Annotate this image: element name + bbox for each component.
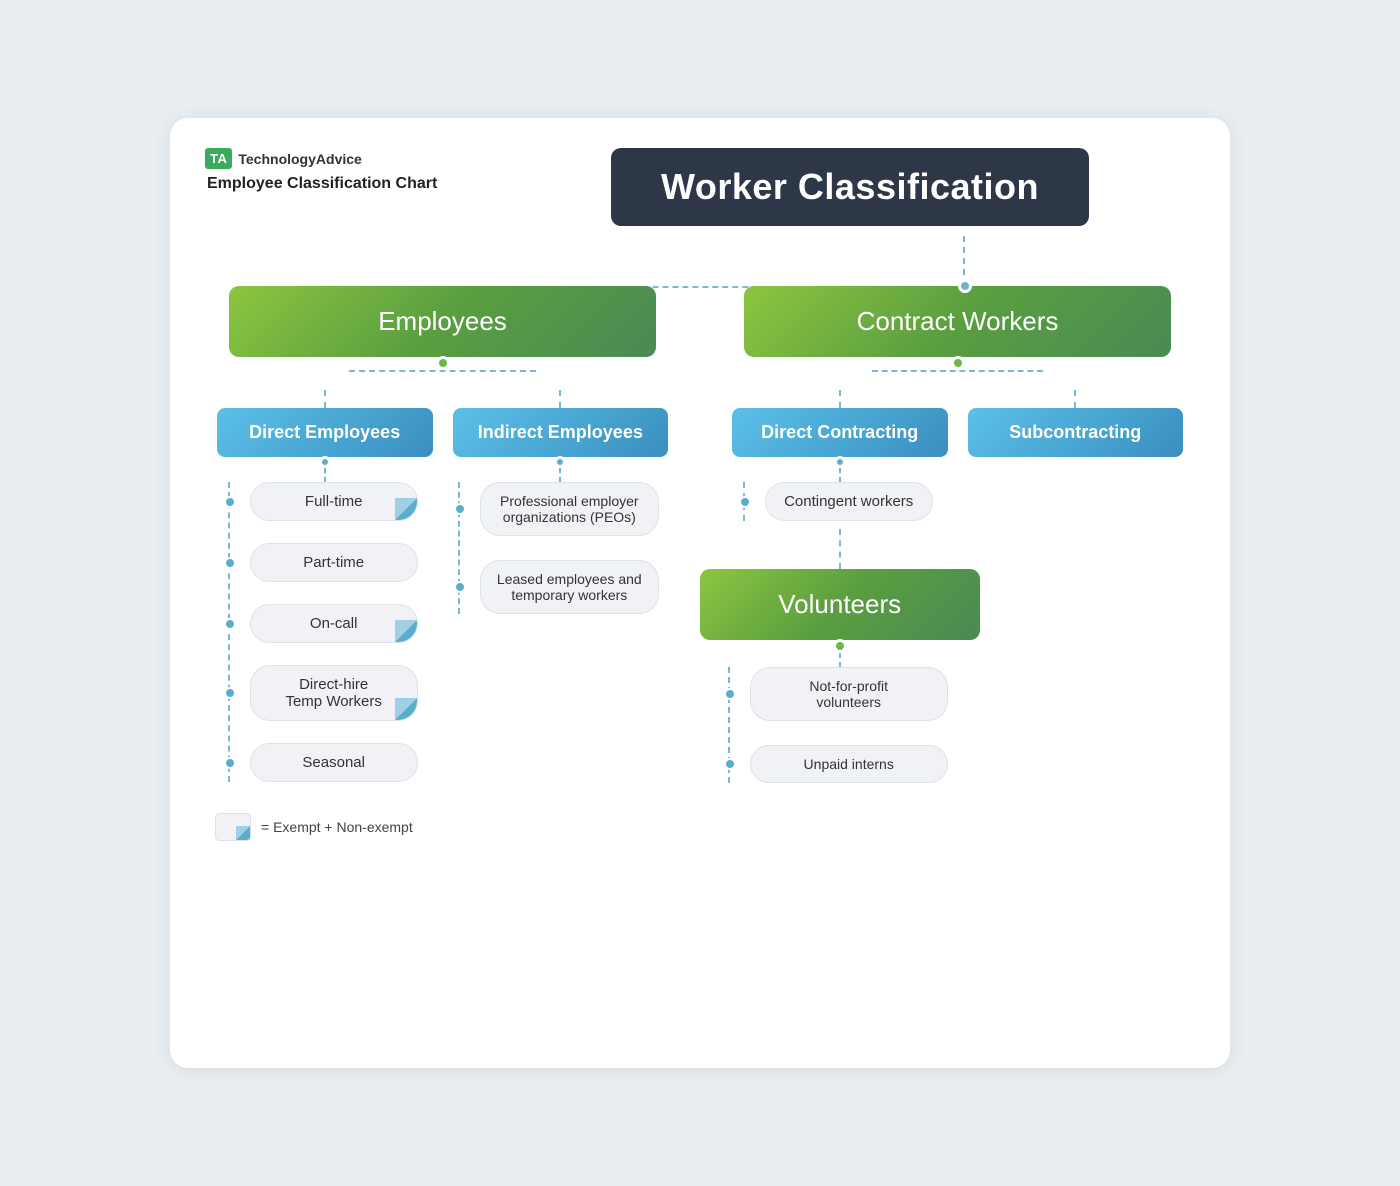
leaf-interns: Unpaid interns — [750, 745, 948, 783]
subcontracting-box: Subcontracting — [968, 408, 1184, 457]
direct-contracting-list: Contingent workers — [761, 482, 937, 521]
list-item: Seasonal — [250, 743, 418, 782]
subcontracting-branch: Subcontracting — [968, 390, 1184, 783]
indirect-employees-box: Indirect Employees — [453, 408, 669, 457]
list-item: Leased employees andtemporary workers — [480, 560, 659, 614]
logo-box: TA — [205, 148, 232, 169]
leaf-directhire: Direct-hireTemp Workers — [250, 665, 418, 721]
main-title: Worker Classification — [611, 148, 1089, 226]
legend-icon — [215, 813, 251, 841]
leaf-contingent: Contingent workers — [765, 482, 933, 521]
legend-text: = Exempt + Non-exempt — [261, 819, 413, 835]
logo-text: TechnologyAdvice — [238, 151, 361, 167]
list-item: Direct-hireTemp Workers — [250, 665, 418, 721]
indirect-employees-branch: Indirect Employees Professional employer… — [453, 390, 669, 782]
direct-employees-box: Direct Employees — [217, 408, 433, 457]
leaf-leased: Leased employees andtemporary workers — [480, 560, 659, 614]
direct-employees-branch: Direct Employees Full-time — [217, 390, 433, 782]
leaf-part-time: Part-time — [250, 543, 418, 582]
contract-workers-box: Contract Workers — [744, 286, 1172, 357]
contract-workers-branch: Contract Workers Direct Contracting — [720, 286, 1195, 783]
leaf-seasonal: Seasonal — [250, 743, 418, 782]
leaf-full-time: Full-time — [250, 482, 418, 521]
logo: TA TechnologyAdvice — [205, 148, 485, 169]
direct-employees-list: Full-time Part-time On-call — [246, 482, 422, 782]
list-item: Contingent workers — [765, 482, 933, 521]
direct-contracting-branch: Direct Contracting Contingent workers — [732, 390, 948, 783]
chart-container: TA TechnologyAdvice Employee Classificat… — [170, 118, 1230, 1068]
leaf-peo: Professional employerorganizations (PEOs… — [480, 482, 659, 536]
legend: = Exempt + Non-exempt — [205, 813, 1195, 841]
employees-box: Employees — [229, 286, 657, 357]
employees-branch: Employees Direct Employees — [205, 286, 680, 782]
direct-contracting-box: Direct Contracting — [732, 408, 948, 457]
list-item: Professional employerorganizations (PEOs… — [480, 482, 659, 536]
volunteers-list: Not-for-profitvolunteers Unpaid interns — [746, 667, 952, 783]
list-item: On-call — [250, 604, 418, 643]
list-item: Not-for-profitvolunteers — [750, 667, 948, 721]
volunteers-box: Volunteers — [700, 569, 980, 640]
header-row: TA TechnologyAdvice Employee Classificat… — [205, 148, 1195, 226]
leaf-on-call: On-call — [250, 604, 418, 643]
logo-area: TA TechnologyAdvice Employee Classificat… — [205, 148, 485, 193]
list-item: Unpaid interns — [750, 745, 948, 783]
list-item: Part-time — [250, 543, 418, 582]
list-item: Full-time — [250, 482, 418, 521]
indirect-employees-list: Professional employerorganizations (PEOs… — [476, 482, 663, 614]
title-box: Worker Classification — [505, 148, 1195, 226]
leaf-nonprofit: Not-for-profitvolunteers — [750, 667, 948, 721]
chart-subtitle: Employee Classification Chart — [207, 175, 485, 193]
volunteers-section: Volunteers Not-for-profitvolunteers — [700, 569, 980, 783]
